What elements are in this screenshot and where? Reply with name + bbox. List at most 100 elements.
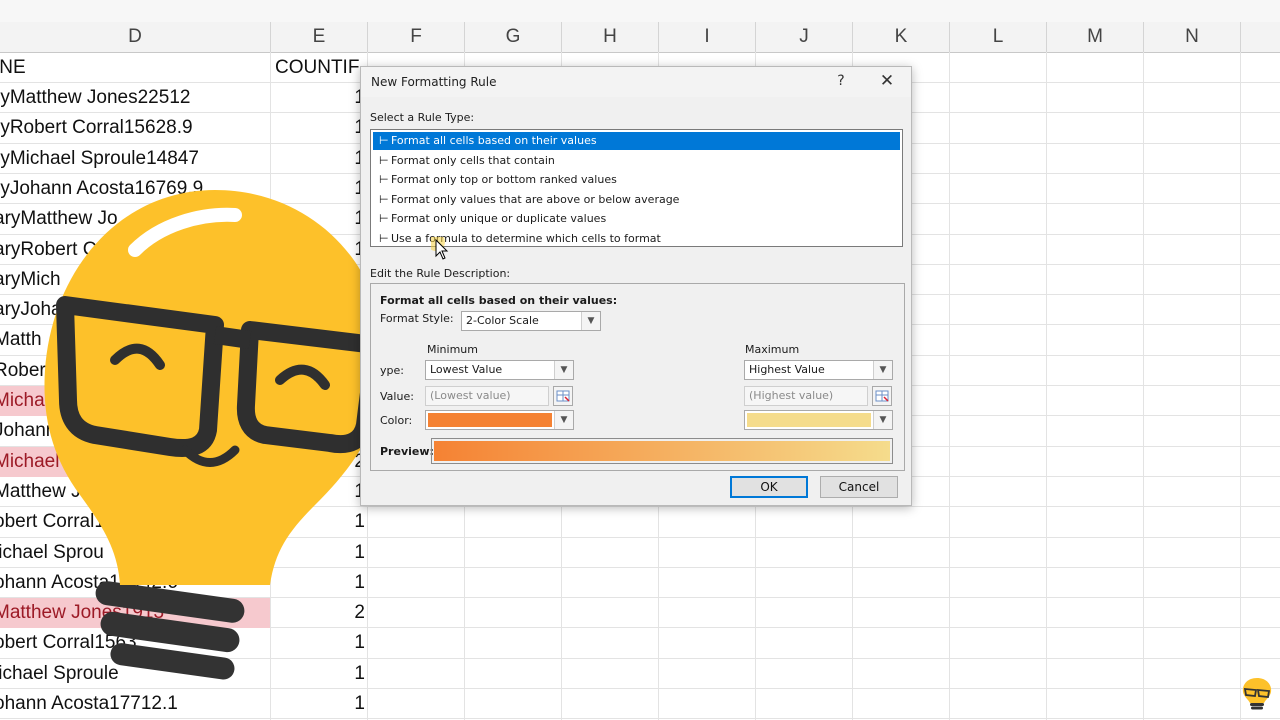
rule-type-item[interactable]: ⊢ Format only values that are above or be… [373, 191, 900, 209]
grid-line [1046, 52, 1047, 720]
cell-d-header[interactable]: INE [0, 53, 270, 83]
minimum-value-input[interactable]: (Lowest value) [425, 386, 549, 406]
range-picker-icon[interactable] [553, 386, 573, 406]
description-heading: Format all cells based on their values: [380, 294, 618, 307]
maximum-value-placeholder: (Highest value) [749, 389, 834, 402]
help-icon[interactable]: ? [833, 73, 849, 89]
close-icon[interactable]: ✕ [877, 71, 897, 91]
lightbulb-badge-icon [1242, 678, 1272, 710]
cell-e[interactable]: 1 [272, 83, 365, 113]
grid-line [1143, 52, 1144, 720]
minimum-color-picker[interactable]: ▼ [425, 410, 574, 430]
chevron-down-icon[interactable]: ▼ [873, 361, 892, 379]
minimum-type-select[interactable]: Lowest Value ▼ [425, 360, 574, 380]
arrow-bullet-icon: ⊢ [379, 153, 389, 167]
new-formatting-rule-dialog[interactable]: New Formatting Rule ? ✕ Select a Rule Ty… [360, 66, 912, 506]
rule-type-label: Format only values that are above or bel… [391, 192, 680, 206]
maximum-type-value: Highest Value [749, 363, 825, 376]
cell-d[interactable]: ryRobert Corral15628.9 [0, 113, 270, 143]
cell-e[interactable]: 1 [272, 689, 365, 719]
cell-text: ryMichael Sproule14847 [0, 147, 199, 169]
select-rule-type-label: Select a Rule Type: [370, 111, 475, 124]
cell-text: ohann Acosta17712.1 [0, 693, 178, 714]
column-header-i[interactable]: I [659, 22, 756, 52]
preview-label: Preview: [380, 445, 434, 458]
grid-line [949, 52, 950, 720]
cell-d[interactable]: ryMatthew Jones22512 [0, 83, 270, 113]
edit-description-label: Edit the Rule Description: [370, 267, 511, 280]
preview-gradient [434, 441, 890, 461]
cell-text: Rober [0, 359, 46, 381]
lightbulb-mascot-icon [44, 190, 386, 680]
rule-type-item[interactable]: ⊢ Use a formula to determine which cells … [373, 230, 900, 248]
cell-d[interactable]: ohann Acosta17712.1 [0, 689, 270, 719]
cell-e[interactable]: 1 [272, 113, 365, 143]
dialog-titlebar[interactable]: New Formatting Rule ? ✕ [361, 67, 911, 97]
format-style-label: Format Style: [380, 312, 454, 325]
column-header-g[interactable]: G [465, 22, 562, 52]
cell-text: ryRobert Corral15628.9 [0, 117, 193, 139]
cell-text: INE [0, 57, 26, 78]
table-row: ohann Acosta17712.1 1 [0, 689, 368, 719]
cell-d[interactable]: ryMichael Sproule14847 [0, 144, 270, 174]
maximum-value-input[interactable]: (Highest value) [744, 386, 868, 406]
arrow-bullet-icon: ⊢ [379, 212, 389, 225]
table-row: ryRobert Corral15628.9 1 [0, 113, 368, 143]
table-row-header: INE COUNTIF [0, 53, 368, 83]
maximum-heading: Maximum [745, 343, 800, 356]
range-picker-glyph [556, 390, 570, 402]
color-scale-preview [431, 438, 893, 464]
table-row: ryMatthew Jones22512 1 [0, 83, 368, 113]
column-header-bar: D E F G H I J K L M N [0, 22, 1280, 53]
column-header-n[interactable]: N [1144, 22, 1241, 52]
grid-line [1240, 52, 1241, 720]
maximum-color-swatch [747, 413, 871, 427]
rule-type-label: Format only top or bottom ranked values [391, 173, 617, 186]
column-header-d[interactable]: D [0, 22, 271, 52]
rule-type-item[interactable]: ⊢ Format only unique or duplicate values [373, 210, 900, 228]
cell-text: Micha [0, 390, 45, 411]
column-header-h[interactable]: H [562, 22, 659, 52]
rule-type-item[interactable]: ⊢ Format only top or bottom ranked values [373, 171, 900, 189]
cell-e[interactable]: 1 [272, 144, 365, 174]
cancel-button[interactable]: Cancel [820, 476, 898, 498]
rule-type-item[interactable]: ⊢ Format only cells that contain [373, 152, 900, 170]
column-header-j[interactable]: J [756, 22, 853, 52]
range-picker-icon[interactable] [872, 386, 892, 406]
column-header-m[interactable]: M [1047, 22, 1144, 52]
rule-type-label: Format all cells based on their values [391, 134, 597, 147]
rule-type-label: Format only cells that contain [391, 153, 555, 167]
chevron-down-icon[interactable]: ▼ [581, 312, 600, 330]
minimum-color-swatch [428, 413, 552, 427]
minimum-type-value: Lowest Value [430, 363, 503, 376]
minimum-heading: Minimum [427, 343, 478, 356]
cell-text: ryMatthew Jones22512 [0, 87, 191, 108]
column-header-l[interactable]: L [950, 22, 1047, 52]
dialog-title: New Formatting Rule [371, 75, 497, 89]
minimum-value-placeholder: (Lowest value) [430, 389, 511, 402]
column-header-e[interactable]: E [271, 22, 368, 52]
maximum-type-select[interactable]: Highest Value ▼ [744, 360, 893, 380]
format-style-select[interactable]: 2-Color Scale ▼ [461, 311, 601, 331]
rule-type-item[interactable]: ⊢ Format all cells based on their values [373, 132, 900, 150]
chevron-down-icon[interactable]: ▼ [554, 411, 573, 429]
table-row: ryMichael Sproule14847 1 [0, 144, 368, 174]
cell-e-header[interactable]: COUNTIF [272, 53, 368, 83]
rule-type-list[interactable]: ⊢ Format all cells based on their values ⊢… [370, 129, 903, 247]
color-label: Color: [380, 414, 413, 427]
format-style-value: 2-Color Scale [466, 314, 539, 327]
cell-text: Matth [0, 329, 42, 351]
maximum-color-picker[interactable]: ▼ [744, 410, 893, 430]
column-header-f[interactable]: F [368, 22, 465, 52]
chevron-down-icon[interactable]: ▼ [873, 411, 892, 429]
arrow-bullet-icon: ⊢ [379, 173, 389, 186]
cursor-icon [431, 237, 449, 260]
ok-button[interactable]: OK [730, 476, 808, 498]
chevron-down-icon[interactable]: ▼ [554, 361, 573, 379]
value-label: Value: [380, 390, 414, 403]
arrow-bullet-icon: ⊢ [379, 192, 389, 206]
arrow-bullet-icon: ⊢ [379, 231, 389, 245]
column-header-k[interactable]: K [853, 22, 950, 52]
rule-type-label: Format only unique or duplicate values [391, 212, 607, 225]
arrow-bullet-icon: ⊢ [379, 134, 389, 147]
